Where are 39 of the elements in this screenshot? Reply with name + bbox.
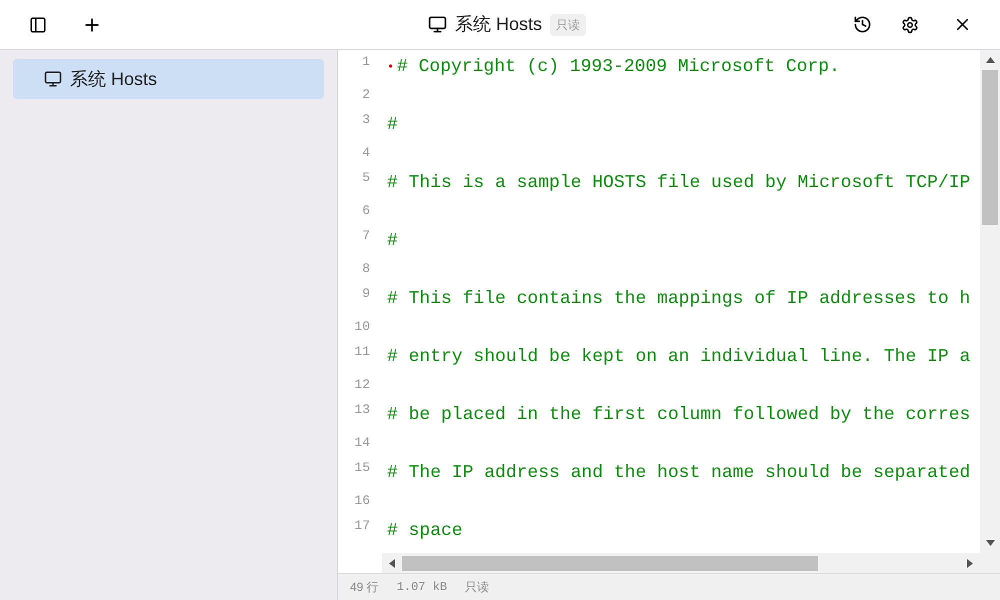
line-number: 14 [353,435,370,451]
line-count: 49 行 [350,579,379,596]
code-line: # entry should be kept on an individual line. The IP a [387,346,970,368]
vertical-scrollbar[interactable] [980,50,1000,573]
code-line: # This file contains the mappings of IP addresses to h [387,288,970,310]
code-line: # be placed in the first column followed by the corres [387,404,970,426]
window-title: 系统 Hosts [454,13,542,36]
line-number: 1 [361,54,370,70]
special-char-marker: • [387,59,396,76]
line-number: 8 [361,261,370,277]
mode-label: 只读 [465,579,490,596]
code-line: # [387,230,398,252]
line-number: 4 [361,145,370,161]
code-line: # [387,114,398,136]
line-number: 3 [361,112,370,128]
line-number: 9 [361,286,370,302]
file-size: 1.07 kB [396,579,448,596]
monitor-icon [428,15,447,34]
line-number: 7 [361,228,370,244]
line-number: 5 [361,170,370,186]
scrollbar-thumb[interactable] [402,556,818,570]
code-line: # This is a sample HOSTS file used by Microsoft TCP/IP [387,172,970,194]
code-line: # Copyright (c) 1993-2009 Microsoft Corp. [397,56,840,78]
readonly-badge: 只读 [550,14,586,36]
code-line: # space [387,520,463,542]
scrollbar-thumb[interactable] [982,70,998,225]
monitor-icon [44,70,62,88]
line-number: 12 [353,377,370,393]
line-number: 6 [361,203,370,219]
line-number: 11 [353,344,370,360]
line-number: 2 [361,87,370,103]
horizontal-scrollbar[interactable] [382,553,980,573]
sidebar-item[interactable]: 系统 Hosts [13,59,324,99]
line-number: 15 [353,460,370,476]
line-number: 10 [353,319,370,335]
line-number: 17 [353,518,370,534]
line-number: 13 [353,402,370,418]
code-line: # The IP address and the host name should be separated [387,462,970,484]
line-number: 16 [353,493,370,509]
